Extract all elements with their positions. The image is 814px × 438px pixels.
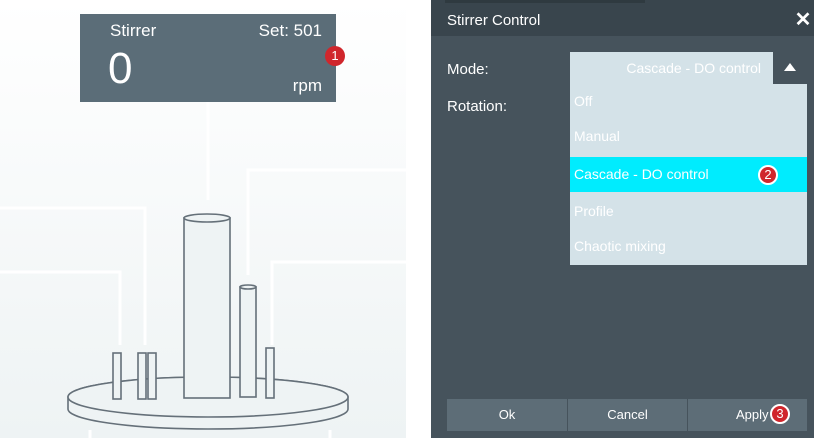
mode-label: Mode: bbox=[447, 61, 489, 78]
stirrer-unit: rpm bbox=[292, 76, 322, 95]
step-marker-3: 3 bbox=[770, 404, 790, 424]
close-button[interactable]: ✕ bbox=[792, 6, 814, 34]
cancel-button[interactable]: Cancel bbox=[567, 399, 687, 431]
mode-dropdown-toggle[interactable] bbox=[773, 52, 807, 84]
mode-option-off[interactable]: Off bbox=[570, 84, 807, 119]
mode-option-cascade-do-label: Cascade - DO control bbox=[574, 166, 709, 182]
stirrer-readout-card[interactable]: Stirrer Set: 501 0 rpm bbox=[80, 14, 336, 102]
mode-option-profile[interactable]: Profile bbox=[570, 194, 807, 229]
step-marker-1: 1 bbox=[325, 46, 345, 66]
ok-button[interactable]: Ok bbox=[447, 399, 567, 431]
mode-option-manual[interactable]: Manual bbox=[570, 119, 807, 154]
dialog-button-bar: Ok Cancel Apply bbox=[447, 399, 807, 431]
triangle-up-icon bbox=[784, 63, 796, 71]
stirrer-value: 0 bbox=[108, 44, 133, 93]
dialog-top-border bbox=[445, 0, 645, 3]
bioreactor-panel: Stirrer Set: 501 0 rpm 1 bbox=[0, 0, 406, 438]
dialog-title: Stirrer Control bbox=[447, 12, 541, 29]
mode-select[interactable]: Cascade - DO control bbox=[570, 52, 807, 84]
mode-option-chaotic-mixing[interactable]: Chaotic mixing bbox=[570, 229, 807, 264]
stirrer-control-dialog: Stirrer Control ✕ Mode: Rotation: Cascad… bbox=[431, 0, 814, 438]
step-marker-2: 2 bbox=[758, 165, 778, 185]
stirrer-setpoint: Set: 501 bbox=[258, 21, 322, 40]
close-icon: ✕ bbox=[794, 9, 812, 31]
rotation-label: Rotation: bbox=[447, 98, 508, 115]
mode-selected-value: Cascade - DO control bbox=[626, 60, 761, 76]
apply-button-label: Apply bbox=[736, 407, 769, 422]
stirrer-name: Stirrer bbox=[110, 21, 157, 40]
